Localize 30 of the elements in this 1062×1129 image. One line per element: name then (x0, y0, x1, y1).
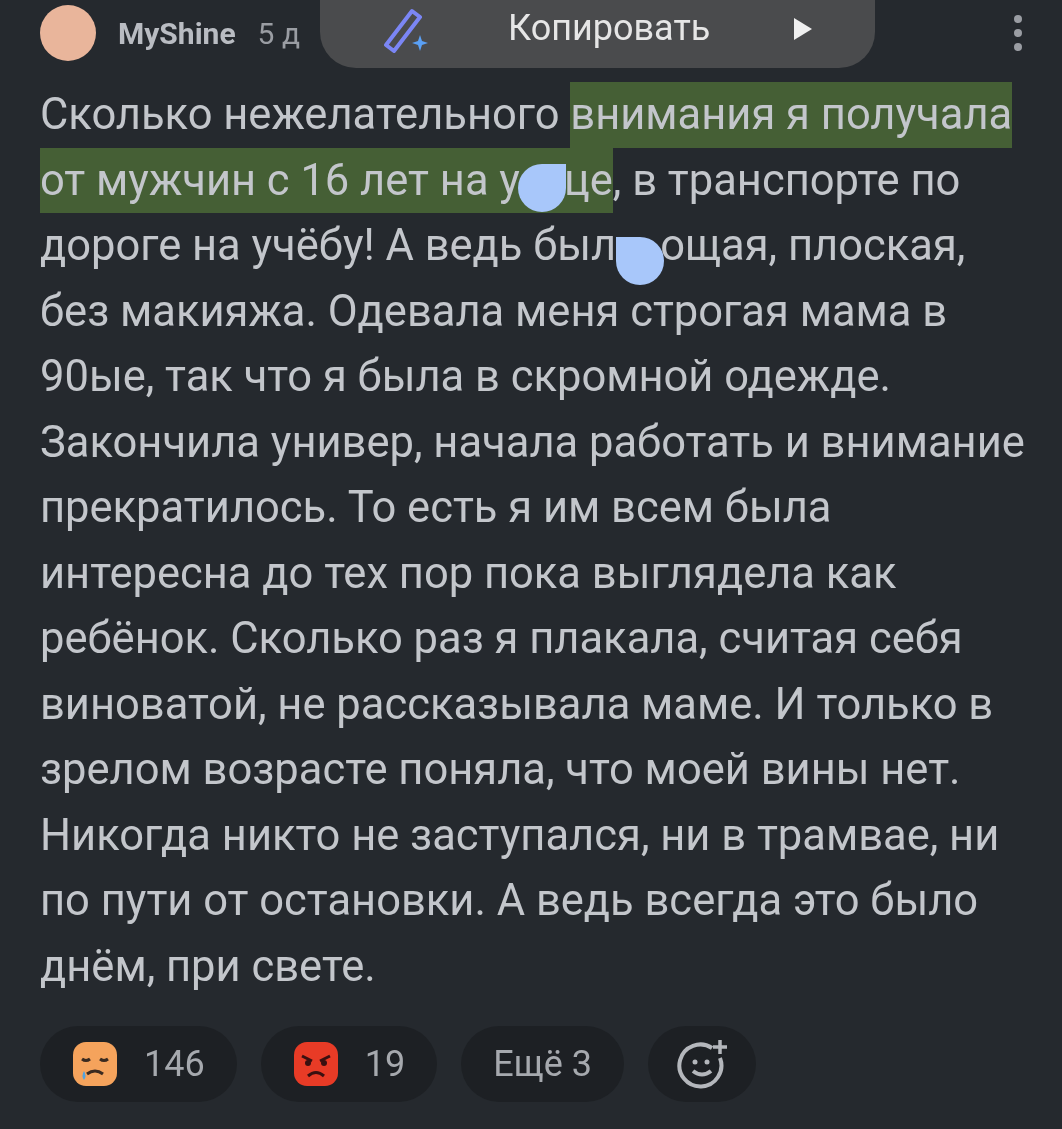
comment-text: ощая, плоская, (660, 219, 966, 273)
angry-face-icon (292, 1041, 339, 1087)
comment-text: , в транспорте по (612, 153, 961, 208)
comment-text: 90ые, так что я была в скромной одежде. (40, 350, 891, 404)
comment-text: зрелом возрасте поняла, что моей вины нет. (40, 743, 961, 797)
comment-text: Никогда никто не заступался, ни в трамвае, ни (40, 808, 1000, 863)
comment-text: днём, при свете. (40, 939, 376, 994)
comment-text: без макияжа. Одевала меня строгая мама в (40, 284, 948, 339)
comment-text: внимания я получала (570, 82, 1013, 148)
comment-text: интересна до тех пор пока выглядела как (40, 546, 897, 601)
add-reaction-icon (675, 1038, 728, 1090)
author-name[interactable]: MyShine (118, 15, 236, 51)
comment-text: виноватой, не рассказывала маме. И только в (40, 677, 994, 732)
crying-face-icon (72, 1041, 118, 1087)
reaction-button[interactable]: 19 (260, 1026, 438, 1102)
comment-text: Сколько нежелательного (40, 88, 561, 142)
comment-time: 5 д (257, 15, 301, 51)
comment-text: от мужчин с 16 лет на у (40, 147, 520, 213)
reaction-button[interactable]: 146 (40, 1026, 237, 1102)
comment-text: дороге на учёбу! А ведь был (40, 219, 617, 273)
comment-text: ребёнок. Сколько раз я плакала, считая себя (40, 612, 963, 666)
comment-text: по пути от остановки. А ведь всегда это было (40, 874, 979, 928)
comment-text: прекратилось. То есть я им всем была (40, 481, 832, 535)
comment-text: це (563, 147, 613, 213)
avatar[interactable] (40, 5, 96, 61)
more-options-icon[interactable] (1014, 15, 1022, 51)
selection-handle[interactable] (517, 163, 566, 212)
copy-action[interactable]: Копировать (508, 7, 711, 49)
more-reactions-button[interactable]: Ещё 3 (461, 1026, 624, 1102)
comment-text: Закончила универ, начала работать и внимание (40, 415, 1025, 470)
